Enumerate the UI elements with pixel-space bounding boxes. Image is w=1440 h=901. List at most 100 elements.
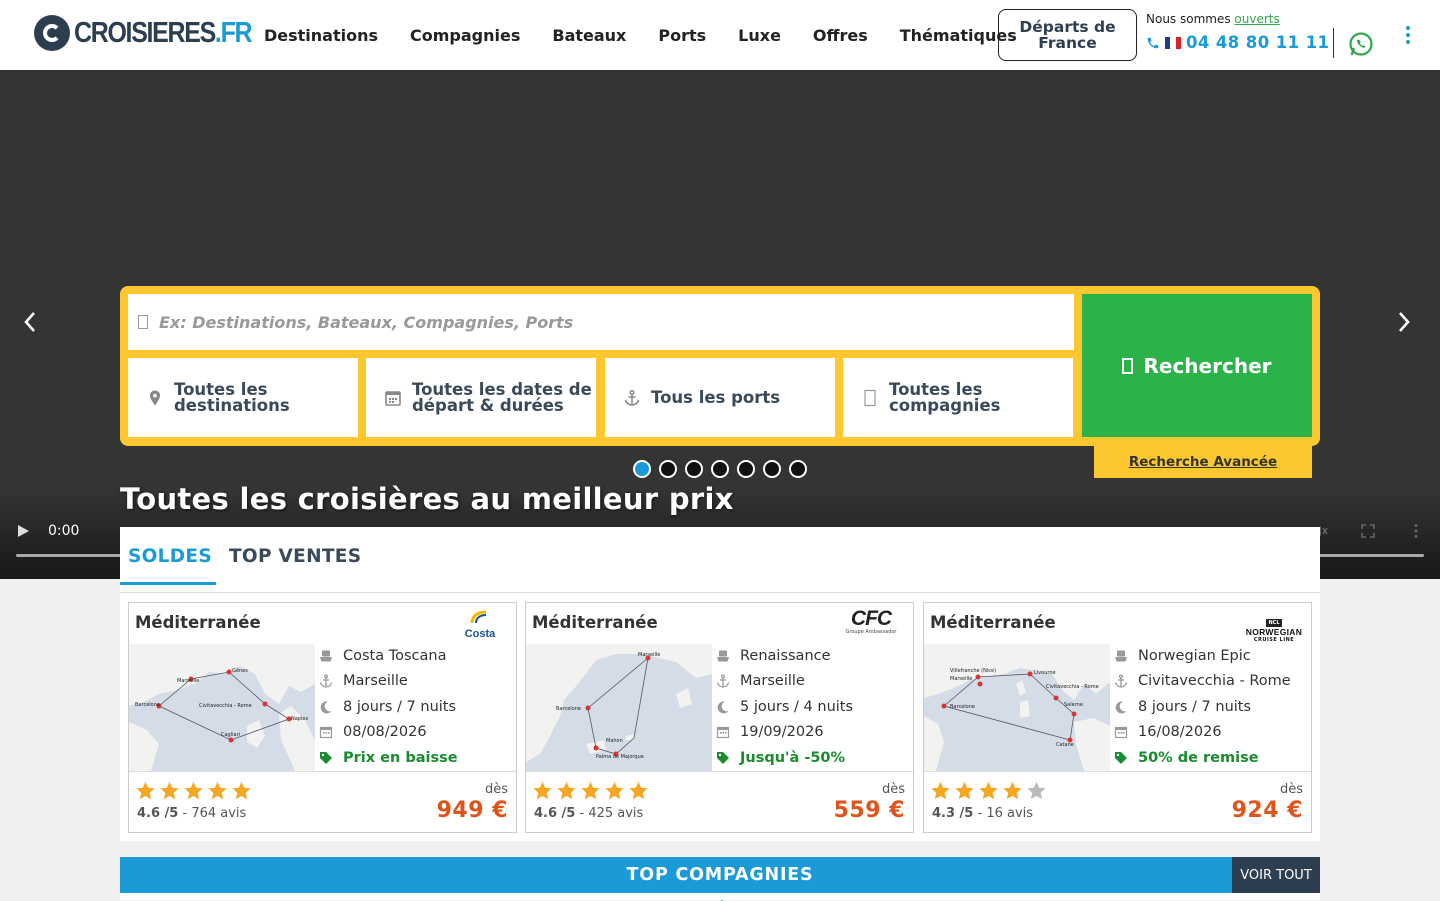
norwegian-logo: NCL NORWEGIAN CRUISE LINE <box>1245 619 1303 643</box>
slider-dot-4[interactable] <box>711 460 729 478</box>
price-prefix: dès <box>1279 782 1303 797</box>
filter-compagnies-label: Toutes les compagnies <box>889 379 1001 415</box>
hero-section: Toutes les destinations Toutes les dates… <box>0 70 1440 579</box>
card-port: Marseille <box>716 669 906 695</box>
card-date: 19/09/2026 <box>716 720 906 746</box>
card-duration: 5 jours / 4 nuits <box>716 694 906 720</box>
tab-soldes[interactable]: SOLDES <box>128 546 212 567</box>
slider-prev-icon[interactable] <box>20 310 40 334</box>
phone-link[interactable]: 04 48 80 11 11 <box>1146 33 1329 52</box>
slider-dot-7[interactable] <box>789 460 807 478</box>
filter-destinations[interactable]: Toutes les destinations <box>128 358 358 437</box>
price-prefix: dès <box>881 782 905 797</box>
card-stars <box>930 780 1050 801</box>
moon-icon <box>1115 701 1127 714</box>
card-duration: 8 jours / 7 nuits <box>319 694 509 720</box>
video-options-icon[interactable] <box>1407 522 1425 540</box>
site-logo[interactable]: CROISIERES.FR <box>34 15 280 51</box>
nav-item-bateaux[interactable]: Bateaux <box>536 26 642 45</box>
slider-dot-1[interactable] <box>633 460 651 478</box>
card-details: Renaissance Marseille 5 jours / 4 nuits … <box>716 643 906 771</box>
svg-text:Salerne: Salerne <box>1064 702 1083 708</box>
nav-item-offres[interactable]: Offres <box>797 26 884 45</box>
nav-item-destinations[interactable]: Destinations <box>248 26 394 45</box>
itinerary-map: Marseille Barcelone Mahon Palma de Major… <box>526 644 712 771</box>
itinerary-map-image: Marseille Gênes Barcelone Civitavecchia … <box>129 644 315 771</box>
deals-panel: SOLDES TOP VENTES Méditerranée Costa Mar… <box>120 527 1320 841</box>
itinerary-map: Villefranche (Nice) Marseille Livourne C… <box>924 644 1110 771</box>
nav-item-luxe[interactable]: Luxe <box>722 26 797 45</box>
costa-logo-icon <box>470 610 487 624</box>
card-destination: Méditerranée <box>930 613 1056 632</box>
star-full-icon <box>184 781 203 800</box>
svg-text:Livourne: Livourne <box>1034 670 1056 676</box>
search-button-icon <box>1122 357 1134 374</box>
svg-text:Naples: Naples <box>291 716 308 722</box>
search-input[interactable] <box>159 312 1039 332</box>
star-full-icon <box>931 781 950 800</box>
search-button[interactable]: Rechercher <box>1082 294 1312 437</box>
card-stars <box>135 780 255 801</box>
slider-dot-5[interactable] <box>737 460 755 478</box>
star-full-icon <box>208 781 227 800</box>
svg-text:Cagliari: Cagliari <box>221 732 240 738</box>
calendar-icon <box>716 727 730 739</box>
advanced-search-link[interactable]: Recherche Avancée <box>1094 446 1312 478</box>
open-status-link[interactable]: ouverts <box>1234 12 1279 26</box>
cruise-card[interactable]: Méditerranée Costa Marseille Gênes Barce… <box>128 602 517 833</box>
cruise-card[interactable]: Méditerranée CFC Groupe Ambassador Marse… <box>525 602 914 833</box>
deals-tabs: SOLDES TOP VENTES <box>120 527 1320 593</box>
card-ship: Costa Toscana <box>319 643 509 669</box>
map-pin-icon <box>150 390 160 405</box>
svg-text:Barcelone: Barcelone <box>950 704 975 710</box>
ship-icon <box>1115 650 1127 662</box>
voir-tout-button[interactable]: VOIR TOUT <box>1232 857 1320 893</box>
filter-destinations-label: Toutes les destinations <box>174 379 290 415</box>
filter-dates-label: Toutes les dates de départ & durées <box>412 379 592 415</box>
slider-dot-6[interactable] <box>763 460 781 478</box>
slider-dots <box>633 460 815 478</box>
search-field[interactable] <box>128 294 1074 350</box>
card-rating: 4.6 /5 - 764 avis <box>137 806 247 821</box>
card-destination: Méditerranée <box>532 613 658 632</box>
tag-icon <box>1115 751 1127 764</box>
video-play-icon[interactable] <box>18 525 29 537</box>
filter-ports[interactable]: Tous les ports <box>605 358 835 437</box>
svg-text:Marseille: Marseille <box>950 676 972 682</box>
nav-item-ports[interactable]: Ports <box>642 26 722 45</box>
logo-text: CROISIERES <box>74 16 216 49</box>
slider-dot-3[interactable] <box>685 460 703 478</box>
filter-dates[interactable]: Toutes les dates de départ & durées <box>366 358 596 437</box>
tab-top-ventes[interactable]: TOP VENTES <box>229 546 361 567</box>
star-full-icon <box>160 781 179 800</box>
star-full-icon <box>605 781 624 800</box>
svg-text:Marseille: Marseille <box>177 678 199 684</box>
svg-text:Civitavecchia - Rome: Civitavecchia - Rome <box>1046 684 1099 690</box>
svg-text:Barcelone: Barcelone <box>556 706 581 712</box>
whatsapp-icon[interactable] <box>1348 31 1374 57</box>
filter-compagnies[interactable]: Toutes les compagnies <box>843 358 1073 437</box>
video-fullscreen-icon[interactable] <box>1359 522 1377 540</box>
itinerary-map: Marseille Gênes Barcelone Civitavecchia … <box>129 644 315 771</box>
company-icon <box>864 389 876 406</box>
price-prefix: dès <box>484 782 508 797</box>
nav-item-compagnies[interactable]: Compagnies <box>394 26 536 45</box>
star-full-icon <box>979 781 998 800</box>
card-rating: 4.3 /5 - 16 avis <box>932 806 1034 821</box>
itinerary-map-image: Marseille Barcelone Mahon Palma de Major… <box>526 644 712 771</box>
video-time: 0:00 <box>48 523 80 539</box>
kebab-menu-icon[interactable] <box>1402 26 1414 46</box>
card-date: 08/08/2026 <box>319 720 509 746</box>
tag-icon <box>717 751 729 764</box>
departs-de-france-button[interactable]: Départs de France <box>998 9 1137 61</box>
svg-text:Palma de Majorque: Palma de Majorque <box>596 754 644 760</box>
svg-text:Gênes: Gênes <box>232 667 248 674</box>
anchor-icon <box>1114 674 1128 688</box>
card-details: Norwegian Epic Civitavecchia - Rome 8 jo… <box>1114 643 1304 771</box>
card-promo: Prix en baisse <box>319 745 509 771</box>
card-rating: 4.6 /5 - 425 avis <box>534 806 644 821</box>
slider-next-icon[interactable] <box>1394 310 1414 334</box>
slider-dot-2[interactable] <box>659 460 677 478</box>
phone-icon <box>1147 37 1159 48</box>
cruise-card[interactable]: Méditerranée NCL NORWEGIAN CRUISE LINE V… <box>923 602 1312 833</box>
